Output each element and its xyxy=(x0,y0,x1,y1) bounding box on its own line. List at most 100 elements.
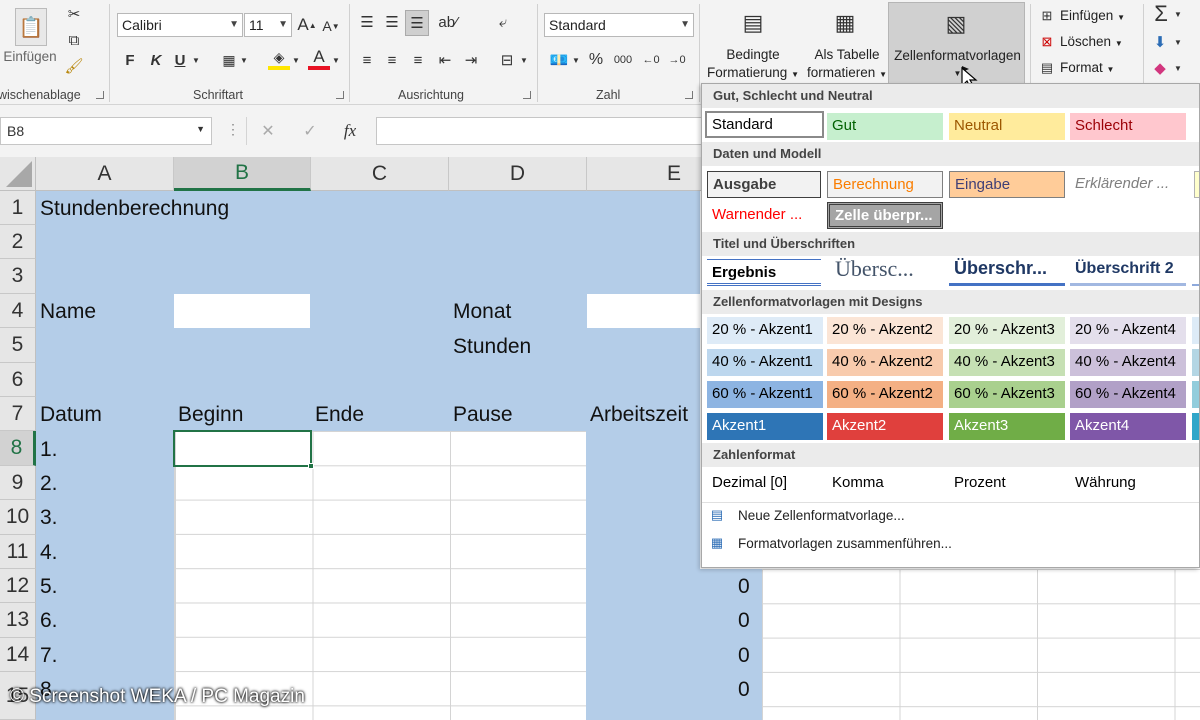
style-prozent[interactable]: Prozent xyxy=(949,470,1065,497)
day-cell[interactable]: 1. xyxy=(40,438,58,462)
style-eingabe[interactable]: Eingabe xyxy=(949,171,1065,198)
align-middle-icon[interactable]: ☰ xyxy=(382,12,402,32)
style-titel[interactable]: Übersc... xyxy=(830,255,946,286)
style-40-akzent5-partial[interactable] xyxy=(1192,349,1199,376)
style-40-akzent4[interactable]: 40 % - Akzent4 xyxy=(1070,349,1186,376)
day-cell[interactable]: 5. xyxy=(40,575,58,599)
italic-button[interactable]: K xyxy=(146,50,166,70)
row-header-14[interactable]: 14 xyxy=(0,638,36,672)
style-berechnung[interactable]: Berechnung xyxy=(827,171,943,198)
cell-styles-button[interactable]: ▧ Zellenformatvorlagen ▼ xyxy=(888,2,1025,84)
chevron-down-icon[interactable]: ▼ xyxy=(570,52,582,68)
row-header-12[interactable]: 12 xyxy=(0,569,36,603)
style-ueberschrift-2[interactable]: Überschrift 2 xyxy=(1070,257,1186,286)
grow-font-icon[interactable]: A ▲ xyxy=(297,13,316,37)
style-60-akzent3[interactable]: 60 % - Akzent3 xyxy=(949,381,1065,408)
style-akzent3[interactable]: Akzent3 xyxy=(949,413,1065,440)
increase-decimal-icon[interactable]: ←0 xyxy=(640,50,662,70)
chevron-down-icon[interactable]: ▼ xyxy=(1172,34,1184,50)
chevron-down-icon[interactable]: ▼ xyxy=(330,52,342,68)
chevron-down-icon[interactable]: ▼ xyxy=(190,52,202,68)
active-cell-b8[interactable] xyxy=(173,430,314,469)
arbeitszeit-value[interactable]: 0 xyxy=(738,575,750,599)
column-header-d[interactable]: D xyxy=(449,157,587,191)
bold-button[interactable]: F xyxy=(120,50,140,70)
style-akzent2[interactable]: Akzent2 xyxy=(827,413,943,440)
row-header-10[interactable]: 10 xyxy=(0,500,36,535)
style-60-akzent2[interactable]: 60 % - Akzent2 xyxy=(827,381,943,408)
style-60-akzent5-partial[interactable] xyxy=(1192,381,1199,408)
style-akzent1[interactable]: Akzent1 xyxy=(707,413,823,440)
format-painter-icon[interactable]: 🖌 xyxy=(64,56,84,76)
currency-icon[interactable]: 💶 xyxy=(548,50,570,70)
border-icon[interactable]: ▦ xyxy=(218,50,240,70)
new-cell-style-item[interactable]: ▤ Neue Zellenformatvorlage... xyxy=(702,503,1199,529)
style-60-akzent4[interactable]: 60 % - Akzent4 xyxy=(1070,381,1186,408)
font-launcher-icon[interactable] xyxy=(336,91,344,99)
fill-icon[interactable]: ⬇ xyxy=(1150,32,1170,52)
style-40-akzent3[interactable]: 40 % - Akzent3 xyxy=(949,349,1065,376)
row-header-9[interactable]: 9 xyxy=(0,466,36,500)
name-input-cell[interactable] xyxy=(174,294,310,328)
chevron-down-icon[interactable]: ▼ xyxy=(518,52,530,68)
paste-icon[interactable]: 📋 xyxy=(15,8,47,46)
thousands-button[interactable]: 000 xyxy=(609,50,637,70)
increase-indent-icon[interactable]: ⇥ xyxy=(460,50,482,70)
wrap-text-icon[interactable]: ⤶ xyxy=(492,12,514,32)
style-40-akzent1[interactable]: 40 % - Akzent1 xyxy=(707,349,823,376)
style-dezimal-0[interactable]: Dezimal [0] xyxy=(707,470,823,497)
style-erklaerender[interactable]: Erklärender ... xyxy=(1070,171,1186,198)
style-akzent4[interactable]: Akzent4 xyxy=(1070,413,1186,440)
style-20-akzent2[interactable]: 20 % - Akzent2 xyxy=(827,317,943,344)
arbeitszeit-value[interactable]: 0 xyxy=(738,678,750,702)
style-neutral[interactable]: Neutral xyxy=(949,113,1065,140)
style-warnender[interactable]: Warnender ... xyxy=(707,202,823,229)
number-format-dropdown[interactable]: Standard ▼ xyxy=(544,13,694,37)
column-header-c[interactable]: C xyxy=(311,157,449,191)
style-standard[interactable]: Standard xyxy=(705,111,824,138)
column-header-b[interactable]: B xyxy=(174,157,311,191)
row-header-8[interactable]: 8 xyxy=(0,431,36,466)
monat-input-cell[interactable] xyxy=(587,294,700,328)
row-header-7[interactable]: 7 xyxy=(0,397,36,431)
row-header-6[interactable]: 6 xyxy=(0,363,36,397)
clipboard-launcher-icon[interactable] xyxy=(96,91,104,99)
style-gut[interactable]: Gut xyxy=(827,113,943,140)
align-center-icon[interactable]: ≡ xyxy=(382,50,402,70)
day-cell[interactable]: 6. xyxy=(40,609,58,633)
insert-function-icon[interactable]: fx xyxy=(338,119,362,143)
day-cell[interactable]: 7. xyxy=(40,644,58,668)
align-right-icon[interactable]: ≡ xyxy=(408,50,428,70)
style-akzent5-partial[interactable] xyxy=(1192,413,1199,440)
fill-color-icon[interactable]: ◈ xyxy=(268,48,290,70)
arbeitszeit-value[interactable]: 0 xyxy=(738,609,750,633)
style-20-akzent5-partial[interactable] xyxy=(1192,317,1199,344)
font-color-icon[interactable]: A xyxy=(308,47,330,70)
row-header-3[interactable]: 3 xyxy=(0,259,36,294)
row-header-4[interactable]: 4 xyxy=(0,294,36,328)
style-komma[interactable]: Komma xyxy=(827,470,943,497)
cancel-icon[interactable]: ✕ xyxy=(256,119,280,143)
align-top-icon[interactable]: ☰ xyxy=(357,12,377,32)
orientation-icon[interactable]: ab⁄ xyxy=(435,12,461,32)
font-name-dropdown[interactable]: Calibri ▼ xyxy=(117,13,243,37)
format-cells-button[interactable]: Format ▼ xyxy=(1060,59,1114,79)
style-40-akzent2[interactable]: 40 % - Akzent2 xyxy=(827,349,943,376)
merge-styles-item[interactable]: ▦ Formatvorlagen zusammenführen... xyxy=(702,531,1199,557)
align-left-icon[interactable]: ≡ xyxy=(357,50,377,70)
style-ueberschrift-1[interactable]: Überschr... xyxy=(949,256,1065,286)
style-waehrung[interactable]: Währung xyxy=(1070,470,1186,497)
underline-button[interactable]: U xyxy=(170,50,190,70)
format-as-table-button[interactable]: Als Tabelle formatieren ▼ xyxy=(800,46,894,84)
day-cell[interactable]: 4. xyxy=(40,541,58,565)
more-icon[interactable]: ⋮ xyxy=(226,121,240,141)
chevron-down-icon[interactable]: ▼ xyxy=(1172,6,1184,22)
row-header-2[interactable]: 2 xyxy=(0,225,36,259)
style-zelle-ueberpruefen[interactable]: Zelle überpr... xyxy=(827,202,943,229)
style-schlecht[interactable]: Schlecht xyxy=(1070,113,1186,140)
paste-label[interactable]: Einfügen xyxy=(0,48,60,66)
select-all-button[interactable] xyxy=(0,157,36,191)
cut-icon[interactable]: ✂ xyxy=(64,4,84,24)
decrease-indent-icon[interactable]: ⇤ xyxy=(434,50,456,70)
style-ergebnis[interactable]: Ergebnis xyxy=(707,259,821,286)
